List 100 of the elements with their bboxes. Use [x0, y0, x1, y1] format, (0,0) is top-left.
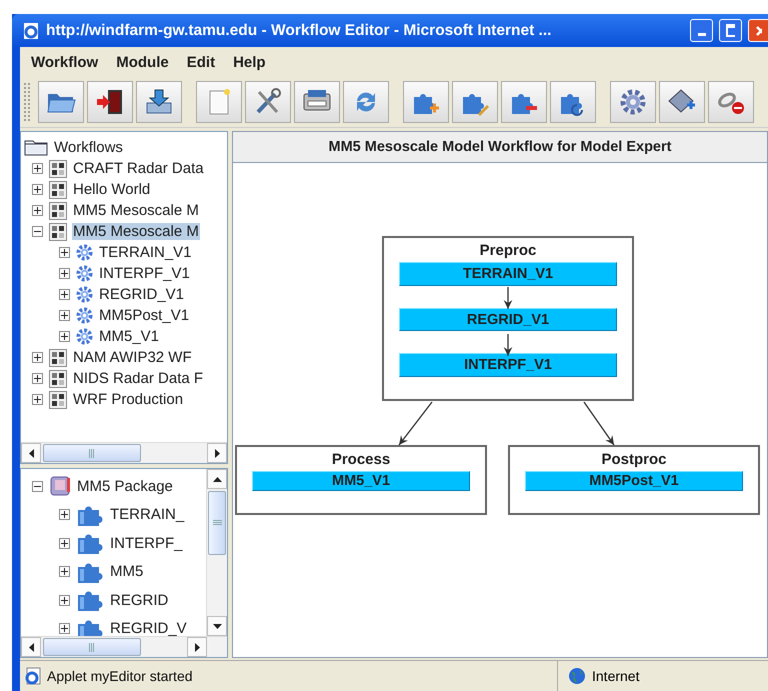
expander[interactable]	[32, 163, 43, 174]
gear-icon	[76, 265, 93, 282]
vertical-scrollbar[interactable]	[206, 469, 227, 636]
gear-icon	[76, 244, 93, 261]
download-tray-icon	[144, 88, 174, 116]
plus-icon	[61, 249, 68, 256]
plus-icon	[34, 396, 41, 403]
grip-icon	[89, 642, 95, 652]
gear-icon	[76, 286, 93, 303]
task-node[interactable]: REGRID_V1	[399, 308, 617, 332]
tree-item[interactable]: REGRID_V1	[98, 286, 186, 303]
expander[interactable]	[32, 352, 43, 363]
grip-icon	[212, 520, 222, 526]
expander[interactable]	[59, 289, 70, 300]
tree-item[interactable]: MM5	[109, 563, 144, 580]
toolbar-button[interactable]	[708, 81, 754, 123]
toolbar-button[interactable]	[87, 81, 133, 123]
grid-icon	[49, 390, 67, 408]
arrow	[398, 402, 433, 446]
minimize-button[interactable]	[690, 19, 713, 42]
tree-item[interactable]: Workflows	[53, 139, 124, 156]
menu-item[interactable]: Edit	[178, 54, 224, 70]
task-node[interactable]: MM5Post_V1	[525, 471, 743, 491]
gear-icon	[618, 88, 648, 116]
toolbar-button[interactable]	[245, 81, 291, 123]
grip-icon	[89, 448, 95, 458]
status-message: Applet myEditor started	[47, 668, 193, 684]
diagram-title: MM5 Mesoscale Model Workflow for Model Expert	[328, 139, 672, 155]
task-node[interactable]: MM5_V1	[252, 471, 470, 491]
toolbar-button[interactable]	[550, 81, 596, 123]
right-arrow-icon	[194, 642, 200, 652]
down-arrow-icon	[212, 624, 222, 628]
expander[interactable]	[59, 538, 70, 549]
plus-icon	[34, 375, 41, 382]
close-button[interactable]	[748, 19, 768, 42]
tree-item[interactable]: MM5 Mesoscale M	[72, 202, 200, 219]
plus-icon	[34, 186, 41, 193]
maximize-icon	[726, 24, 735, 37]
task-node[interactable]: TERRAIN_V1	[399, 262, 617, 286]
security-zone: Internet	[592, 668, 640, 684]
tree-item[interactable]: INTERPF_	[109, 534, 184, 552]
tree-item[interactable]: Hello World	[72, 181, 152, 198]
tree-item[interactable]: WRF Production	[72, 391, 184, 408]
horizontal-scrollbar[interactable]	[21, 636, 227, 657]
package-icon	[49, 475, 71, 498]
toolbar-button[interactable]	[136, 81, 182, 123]
expander[interactable]	[59, 594, 70, 606]
expander[interactable]	[59, 268, 70, 279]
tree-item[interactable]: MM5Post_V1	[98, 307, 190, 324]
grid-icon	[49, 180, 67, 198]
expander[interactable]	[32, 373, 43, 384]
tree-item[interactable]: TERRAIN_V1	[98, 244, 193, 261]
right-arrow-icon	[214, 448, 220, 458]
tree-item[interactable]: REGRID	[109, 592, 170, 609]
tree-item[interactable]: REGRID_V	[109, 620, 188, 636]
tree-item[interactable]: TERRAIN_	[109, 506, 186, 524]
expander[interactable]	[59, 247, 70, 258]
menu-item[interactable]: Help	[224, 54, 275, 70]
tree-item[interactable]: NIDS Radar Data F	[72, 370, 204, 387]
expander[interactable]	[59, 331, 70, 342]
browser-icon	[24, 667, 42, 685]
plus-icon	[61, 312, 68, 319]
browser-icon	[22, 22, 40, 40]
close-icon	[755, 24, 762, 36]
tree-item[interactable]: MM5_V1	[98, 328, 160, 345]
menu-item[interactable]: Module	[107, 54, 178, 70]
grid-icon	[49, 160, 67, 178]
tree-item[interactable]: MM5 Mesoscale M	[72, 223, 200, 240]
grid-icon	[49, 370, 67, 388]
expander[interactable]	[59, 509, 70, 520]
task-node[interactable]: INTERPF_V1	[399, 353, 617, 377]
horizontal-scrollbar[interactable]	[21, 442, 227, 463]
tree-item[interactable]: CRAFT Radar Data	[72, 160, 205, 177]
plus-icon	[61, 511, 68, 518]
tree-item[interactable]: NAM AWIP32 WF	[72, 349, 193, 366]
plus-icon	[61, 596, 68, 604]
grid-icon	[49, 202, 67, 220]
gear-icon	[76, 328, 93, 345]
grid-icon	[49, 222, 67, 240]
toolbar-button[interactable]	[294, 81, 340, 123]
expander[interactable]	[32, 205, 43, 216]
menu-item[interactable]: Workflow	[22, 54, 108, 70]
tree-item[interactable]: INTERPF_V1	[98, 265, 191, 282]
left-arrow-icon	[28, 448, 34, 458]
expander[interactable]	[32, 184, 43, 195]
expander[interactable]	[32, 226, 43, 237]
expander[interactable]	[59, 623, 70, 634]
plus-icon	[61, 270, 68, 277]
expander[interactable]	[59, 310, 70, 321]
arrow	[504, 334, 512, 356]
expander[interactable]	[59, 566, 70, 578]
tree-item[interactable]: MM5 Package	[76, 478, 174, 495]
toolbar-button[interactable]	[659, 81, 705, 123]
expander[interactable]	[32, 394, 43, 405]
plus-icon	[61, 333, 68, 340]
expander[interactable]	[32, 480, 43, 492]
left-arrow-icon	[28, 642, 34, 652]
maximize-button[interactable]	[719, 19, 742, 42]
grid-icon	[49, 348, 67, 366]
group-title: Preproc	[480, 241, 536, 261]
